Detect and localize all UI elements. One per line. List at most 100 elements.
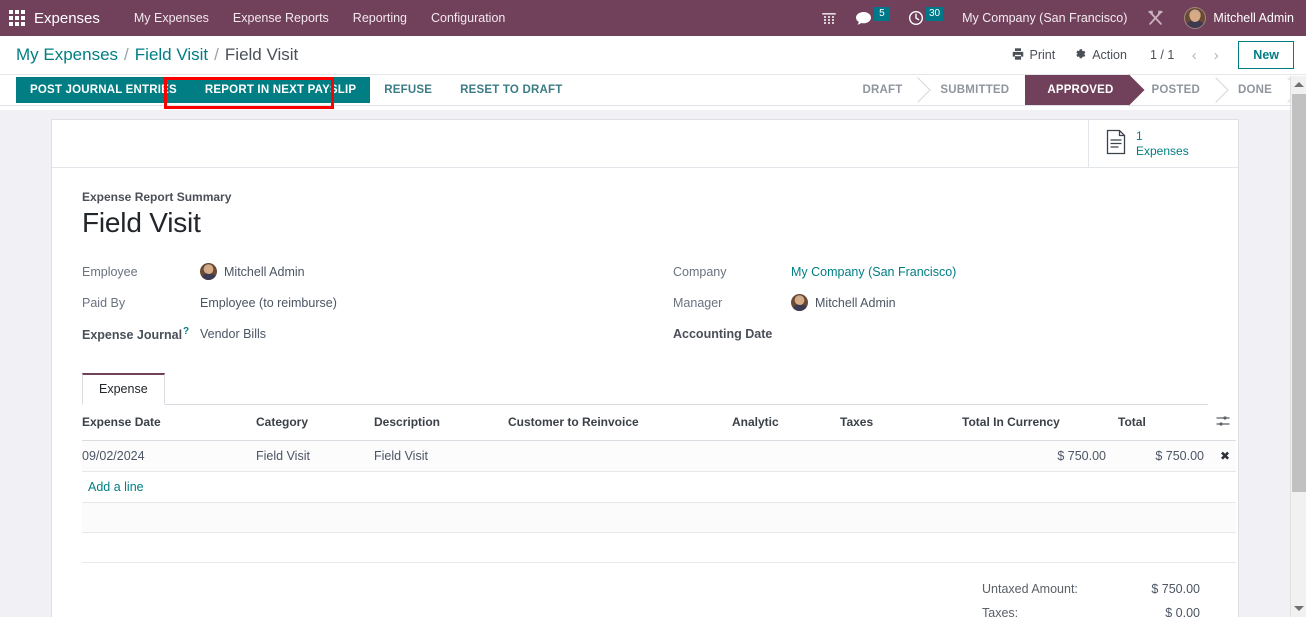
remove-row-icon[interactable]: ✖ [1220, 449, 1230, 463]
breadcrumb-current-record: Field Visit [224, 45, 299, 64]
field-value-expense-journal[interactable]: Vendor Bills [200, 327, 266, 341]
cell-category[interactable]: Field Visit [250, 440, 368, 472]
table-header-row: Expense Date Category Description Custom… [82, 404, 1236, 441]
apps-grid-icon[interactable] [6, 7, 28, 29]
tab-expense[interactable]: Expense [82, 372, 165, 405]
navbar-right-group: 5 30 My Company (San Francisco) Mitchell… [812, 0, 1298, 36]
stage-submitted[interactable]: SUBMITTED [918, 75, 1026, 105]
app-brand-name[interactable]: Expenses [34, 10, 100, 27]
field-label-accounting-date: Accounting Date [673, 326, 773, 341]
chat-bubble-icon[interactable]: 5 [846, 0, 899, 36]
menu-my-expenses[interactable]: My Expenses [122, 0, 221, 36]
notebook: Expense Expense Date Category Descriptio… [82, 372, 1236, 617]
table-row[interactable]: 09/02/2024 Field Visit Field Visit $ 750… [82, 440, 1236, 472]
field-label-manager: Manager [673, 295, 723, 310]
manager-name: Mitchell Admin [815, 295, 896, 310]
field-company: Company My Company (San Francisco) [673, 258, 1208, 286]
post-journal-entries-button[interactable]: POST JOURNAL ENTRIES [16, 77, 191, 103]
smart-button-bar: 1 Expenses [52, 120, 1238, 168]
col-analytic[interactable]: Analytic [726, 404, 834, 441]
form-subtitle: Expense Report Summary [82, 190, 232, 204]
cell-expense-date[interactable]: 09/02/2024 [82, 440, 250, 472]
new-button[interactable]: New [1238, 40, 1294, 70]
cell-total[interactable]: $ 750.00 [1112, 440, 1210, 472]
workflow-buttons: POST JOURNAL ENTRIES REPORT IN NEXT PAYS… [16, 75, 576, 105]
filler-row [82, 502, 1236, 533]
field-label-employee: Employee [82, 264, 138, 279]
field-accounting-date: Accounting Date [673, 320, 1208, 348]
col-taxes[interactable]: Taxes [834, 404, 956, 441]
form-fields: Employee Mitchell Admin Paid By Employee… [82, 258, 1208, 351]
breadcrumb-separator: / [214, 45, 219, 64]
report-in-next-payslip-button[interactable]: REPORT IN NEXT PAYSLIP [190, 77, 371, 103]
breadcrumb-separator: / [124, 45, 129, 64]
filler-row [82, 532, 1236, 563]
col-total[interactable]: Total [1112, 404, 1210, 441]
chevron-left-icon[interactable]: ‹ [1184, 44, 1204, 66]
col-description[interactable]: Description [368, 404, 502, 441]
breadcrumb: My Expenses / Field Visit / Field Visit [16, 45, 298, 65]
pager-arrows: ‹ › [1184, 44, 1226, 66]
col-customer-to-reinvoice[interactable]: Customer to Reinvoice [502, 404, 726, 441]
scroll-up-arrow-icon[interactable] [1291, 76, 1306, 93]
menu-reporting[interactable]: Reporting [341, 0, 419, 36]
company-switcher[interactable]: My Company (San Francisco) [952, 11, 1137, 25]
col-category[interactable]: Category [250, 404, 368, 441]
untaxed-amount-label: Untaxed Amount: [982, 581, 1078, 596]
menu-configuration[interactable]: Configuration [419, 0, 517, 36]
help-question-icon[interactable]: ? [183, 326, 189, 337]
employee-avatar-icon [200, 263, 217, 281]
telephone-keypad-icon[interactable] [812, 0, 846, 36]
cell-delete: ✖ [1210, 440, 1236, 472]
cell-total-in-currency[interactable]: $ 750.00 [956, 440, 1112, 472]
chevron-right-icon[interactable]: › [1206, 44, 1226, 66]
column-options-icon[interactable] [1216, 415, 1230, 430]
print-button[interactable]: Print [1002, 44, 1065, 67]
crossed-tools-icon[interactable] [1137, 0, 1174, 36]
gear-icon [1073, 47, 1087, 64]
taxes-label: Taxes: [982, 605, 1019, 617]
field-value-manager[interactable]: Mitchell Admin [791, 294, 896, 312]
reset-to-draft-button[interactable]: RESET TO DRAFT [446, 77, 576, 103]
cell-customer-to-reinvoice[interactable] [502, 440, 726, 472]
col-expense-date[interactable]: Expense Date [82, 404, 250, 441]
totals-section: Untaxed Amount: $ 750.00 Taxes: $ 0.00 T… [82, 563, 1208, 617]
field-expense-journal: Expense Journal? Vendor Bills [82, 320, 645, 348]
vertical-scrollbar[interactable] [1290, 76, 1306, 617]
expenses-count: 1 [1136, 128, 1143, 143]
action-button[interactable]: Action [1064, 44, 1136, 67]
refuse-button[interactable]: REFUSE [370, 77, 446, 103]
user-name: Mitchell Admin [1213, 11, 1294, 25]
field-label-expense-journal: Expense Journal? [82, 326, 200, 342]
field-label-company: Company [673, 264, 727, 279]
manager-avatar-icon [791, 294, 808, 312]
cell-taxes[interactable] [834, 440, 956, 472]
field-value-employee[interactable]: Mitchell Admin [200, 263, 305, 281]
stage-approved[interactable]: APPROVED [1025, 75, 1130, 105]
expense-lines-table: Expense Date Category Description Custom… [82, 404, 1236, 563]
pager-counter[interactable]: 1 / 1 [1136, 48, 1184, 62]
expenses-smart-button[interactable]: 1 Expenses [1088, 120, 1238, 167]
scrollbar-thumb[interactable] [1292, 94, 1306, 492]
cell-analytic[interactable] [726, 440, 834, 472]
field-value-paid-by[interactable]: Employee (to reimburse) [200, 296, 337, 310]
field-label-paid-by: Paid By [82, 295, 126, 310]
form-body: Expense Report Summary Field Visit Emplo… [52, 168, 1238, 617]
menu-expense-reports[interactable]: Expense Reports [221, 0, 341, 36]
breadcrumb-item-my-expenses[interactable]: My Expenses [16, 45, 118, 65]
stage-draft[interactable]: DRAFT [848, 75, 919, 105]
expense-journal-label-text: Expense Journal [82, 327, 183, 342]
col-total-in-currency[interactable]: Total In Currency [956, 404, 1112, 441]
field-value-company[interactable]: My Company (San Francisco) [791, 265, 956, 279]
add-line-row: Add a line [82, 471, 1236, 503]
clock-activity-icon[interactable]: 30 [899, 0, 952, 36]
activities-count-badge: 30 [925, 7, 944, 21]
breadcrumb-item-field-visit[interactable]: Field Visit [135, 45, 208, 65]
col-options [1210, 404, 1236, 441]
scroll-down-arrow-icon[interactable] [1291, 600, 1306, 617]
field-manager: Manager Mitchell Admin [673, 289, 1208, 317]
user-menu[interactable]: Mitchell Admin [1174, 7, 1298, 29]
cell-description[interactable]: Field Visit [368, 440, 502, 472]
odoo-expense-report-page: Expenses My Expenses Expense Reports Rep… [0, 0, 1306, 617]
add-a-line-link[interactable]: Add a line [88, 480, 144, 494]
